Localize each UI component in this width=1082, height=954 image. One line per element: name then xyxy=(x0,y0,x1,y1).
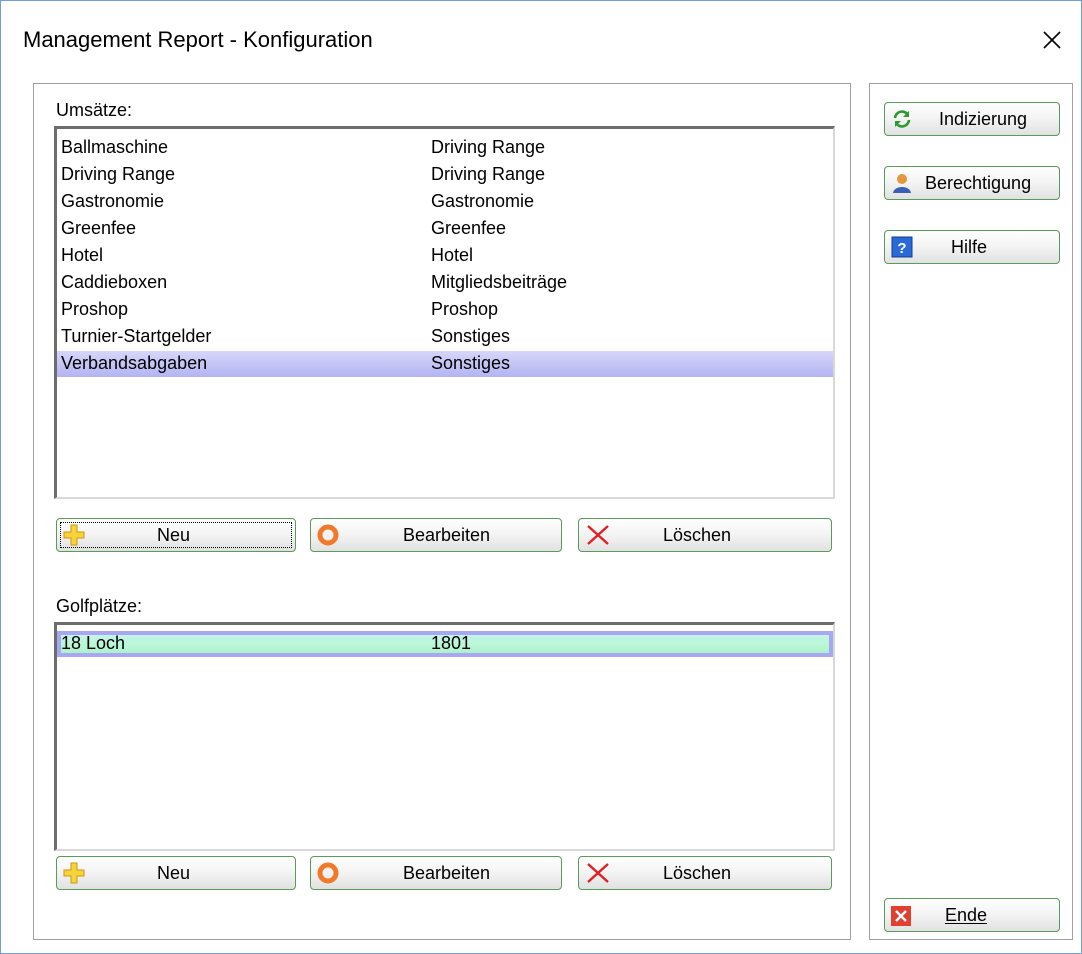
button-label: Neu xyxy=(157,863,191,883)
golfplaetze-edit-button[interactable]: Bearbeiten xyxy=(310,856,562,890)
end-button[interactable]: Ende xyxy=(884,898,1060,932)
list-item[interactable]: Turnier-Startgelder Sonstiges xyxy=(57,324,833,350)
list-item-category: Sonstiges xyxy=(431,353,511,373)
list-item-selected[interactable]: 18 Loch 1801 xyxy=(57,631,833,657)
golfplaetze-new-button[interactable]: Neu xyxy=(56,856,296,890)
list-item[interactable]: Driving Range Driving Range xyxy=(57,162,833,188)
plus-icon xyxy=(63,524,85,546)
refresh-icon xyxy=(893,110,911,128)
help-icon: ? xyxy=(891,236,913,258)
close-button[interactable] xyxy=(1037,25,1067,55)
golfplaetze-delete-button[interactable]: Löschen xyxy=(578,856,832,890)
window-title: Management Report - Konfiguration xyxy=(23,27,373,52)
golfplaetze-label: Golfplätze: xyxy=(56,596,143,616)
list-item-name: Verbandsabgaben xyxy=(61,353,208,373)
close-icon xyxy=(1043,31,1061,49)
list-item-category: Greenfee xyxy=(431,218,507,238)
list-item-selected[interactable]: Verbandsabgaben Sonstiges xyxy=(57,351,833,377)
list-item-name: Driving Range xyxy=(61,164,176,184)
x-icon xyxy=(587,525,609,545)
x-icon xyxy=(587,863,609,883)
permission-button[interactable]: Berechtigung xyxy=(884,166,1060,200)
list-item[interactable]: Gastronomie Gastronomie xyxy=(57,189,833,215)
exit-icon xyxy=(891,906,911,926)
umsaetze-edit-button[interactable]: Bearbeiten xyxy=(310,518,562,552)
side-panel: Indizierung Berechtigung ? Hilfe Ende xyxy=(869,83,1073,940)
list-item-category: Sonstiges xyxy=(431,326,511,346)
list-item-name: Greenfee xyxy=(61,218,137,238)
list-item-name: Hotel xyxy=(61,245,104,265)
list-item[interactable]: Ballmaschine Driving Range xyxy=(57,135,833,161)
list-item-category: Mitgliedsbeiträge xyxy=(431,272,568,292)
svg-text:?: ? xyxy=(897,240,906,257)
list-item-code: 1801 xyxy=(431,633,472,653)
umsaetze-list[interactable]: Ballmaschine Driving Range Driving Range… xyxy=(54,126,835,499)
list-item-category: Proshop xyxy=(431,299,499,319)
plus-icon xyxy=(63,862,85,884)
title-bar: Management Report - Konfiguration xyxy=(1,1,1081,81)
umsaetze-label: Umsätze: xyxy=(56,100,133,120)
indexing-button[interactable]: Indizierung xyxy=(884,102,1060,136)
list-item[interactable]: Caddieboxen Mitgliedsbeiträge xyxy=(57,270,833,296)
list-item-category: Driving Range xyxy=(431,137,546,157)
list-item-category: Driving Range xyxy=(431,164,546,184)
list-item[interactable]: Proshop Proshop xyxy=(57,297,833,323)
list-item-name: Turnier-Startgelder xyxy=(61,326,212,346)
button-label: Bearbeiten xyxy=(403,525,491,545)
lifebuoy-icon xyxy=(317,524,339,546)
umsaetze-new-button[interactable]: Neu xyxy=(56,518,296,552)
button-label: Neu xyxy=(157,525,191,545)
list-item-category: Hotel xyxy=(431,245,474,265)
list-item[interactable]: Greenfee Greenfee xyxy=(57,216,833,242)
user-icon xyxy=(893,174,911,193)
button-label: Bearbeiten xyxy=(403,863,491,883)
button-label: Löschen xyxy=(663,525,732,545)
button-label: Berechtigung xyxy=(925,173,1032,193)
main-panel: Umsätze: Ballmaschine Driving Range Driv… xyxy=(33,83,851,940)
list-item-category: Gastronomie xyxy=(431,191,535,211)
button-label: Hilfe xyxy=(951,237,988,257)
list-item-name: Gastronomie xyxy=(61,191,165,211)
list-item-name: 18 Loch xyxy=(61,633,126,653)
button-label: Löschen xyxy=(663,863,732,883)
list-item-name: Caddieboxen xyxy=(61,272,168,292)
dialog-window: Management Report - Konfiguration Umsätz… xyxy=(0,0,1082,954)
list-item-name: Proshop xyxy=(61,299,129,319)
list-item-name: Ballmaschine xyxy=(61,137,169,157)
umsaetze-delete-button[interactable]: Löschen xyxy=(578,518,832,552)
button-label: Ende xyxy=(945,905,988,925)
button-label: Indizierung xyxy=(939,109,1028,129)
golfplaetze-list[interactable]: 18 Loch 1801 xyxy=(54,622,835,851)
list-item[interactable]: Hotel Hotel xyxy=(57,243,833,269)
help-button[interactable]: ? Hilfe xyxy=(884,230,1060,264)
lifebuoy-icon xyxy=(317,862,339,884)
